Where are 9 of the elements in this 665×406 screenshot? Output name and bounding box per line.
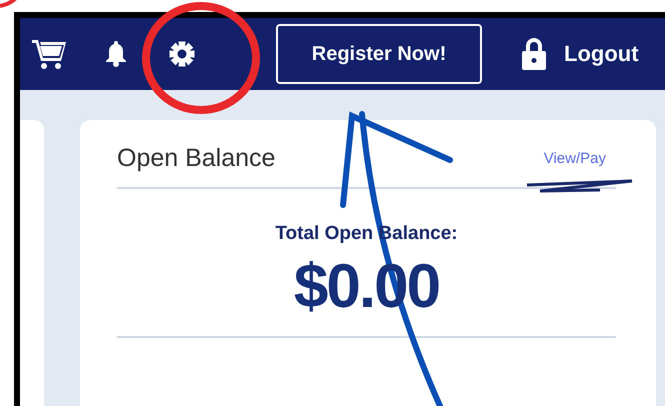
bell-icon[interactable] [106, 41, 126, 67]
logout-link[interactable]: Logout [564, 41, 639, 67]
settings-icon[interactable] [168, 40, 196, 68]
lock-icon [522, 38, 546, 70]
view-pay-link[interactable]: View/Pay [544, 150, 606, 167]
pen-stroke [0, 0, 18, 8]
register-button[interactable]: Register Now! [276, 24, 482, 84]
card-title: Open Balance [117, 144, 276, 173]
cart-icon[interactable] [32, 38, 66, 70]
